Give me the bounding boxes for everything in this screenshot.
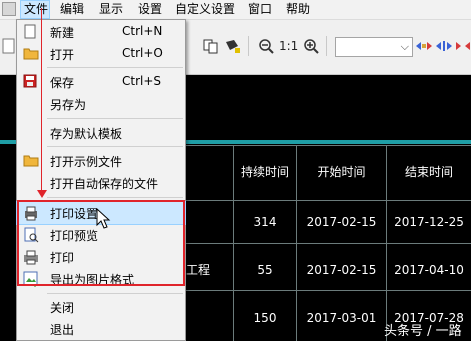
- menu-item-save[interactable]: 保存 Ctrl+S: [17, 71, 185, 93]
- cell-end-date: 2017-04-10: [394, 263, 464, 277]
- menu-item-close[interactable]: 关闭: [17, 296, 185, 318]
- menu-item-save-default-template[interactable]: 存为默认模板: [17, 122, 185, 144]
- menu-custom-settings[interactable]: 自定义设置: [175, 0, 235, 19]
- column-header-end: 结束时间: [404, 165, 453, 179]
- open-folder-icon: [23, 46, 39, 62]
- copy-icon[interactable]: [203, 38, 219, 54]
- toolbar-separator: [248, 36, 249, 56]
- menu-separator: [47, 293, 183, 294]
- toolbar-separator: [326, 36, 327, 56]
- menu-item-exit[interactable]: 退出: [17, 318, 185, 340]
- annotation-arrow: [41, 8, 42, 193]
- app-document-icon[interactable]: [2, 2, 16, 16]
- menu-separator: [47, 67, 183, 68]
- menu-edit[interactable]: 编辑: [60, 0, 84, 19]
- cell-duration: 55: [257, 263, 273, 277]
- cell-task-name: 工程: [186, 263, 211, 277]
- menu-separator: [47, 146, 183, 147]
- menu-help[interactable]: 帮助: [286, 0, 310, 19]
- zoom-out-icon[interactable]: [258, 38, 274, 54]
- menu-file[interactable]: 文件: [20, 0, 50, 19]
- table-border: [186, 145, 471, 146]
- menu-view[interactable]: 显示: [99, 0, 123, 19]
- mouse-cursor-icon: [96, 207, 112, 230]
- table-border: [186, 200, 471, 201]
- zoom-actual-size-button[interactable]: 1:1: [279, 38, 298, 54]
- cell-start-date: 2017-03-01: [306, 311, 377, 325]
- open-folder-icon: [23, 153, 39, 169]
- new-document-icon[interactable]: [2, 38, 16, 54]
- format-painter-icon[interactable]: [224, 38, 242, 54]
- cell-start-date: 2017-02-15: [306, 263, 377, 277]
- menu-separator: [47, 118, 183, 119]
- table-border: [186, 290, 471, 291]
- column-header-start: 开始时间: [317, 165, 366, 179]
- cell-duration: 314: [253, 215, 277, 229]
- menu-separator: [47, 197, 183, 198]
- cell-end-date: 2017-12-25: [394, 215, 464, 229]
- expand-horizontal-icon[interactable]: [436, 38, 452, 54]
- zoom-in-icon[interactable]: [303, 38, 319, 54]
- new-file-icon: [23, 24, 39, 40]
- shrink-horizontal-icon[interactable]: [455, 38, 471, 54]
- menu-item-new[interactable]: 新建 Ctrl+N: [17, 21, 185, 43]
- chevron-down-icon: ⌵: [400, 40, 409, 53]
- watermark-text: 头条号 / 一路: [384, 324, 462, 339]
- menu-item-save-as[interactable]: 另存为: [17, 93, 185, 115]
- table-border: [186, 243, 471, 244]
- cell-duration: 150: [253, 311, 277, 325]
- cell-start-date: 2017-02-15: [306, 215, 377, 229]
- move-left-right-icon[interactable]: [416, 38, 432, 54]
- column-header-duration: 持续时间: [240, 165, 289, 179]
- annotation-arrow-head: [37, 190, 47, 198]
- menu-bar: 文件 编辑 显示 设置 自定义设置 窗口 帮助: [0, 0, 471, 20]
- menu-item-open[interactable]: 打开 Ctrl+O: [17, 43, 185, 65]
- menu-item-open-sample[interactable]: 打开示例文件: [17, 150, 185, 172]
- menu-settings[interactable]: 设置: [138, 0, 162, 19]
- save-disk-icon: [23, 74, 39, 90]
- menu-window[interactable]: 窗口: [248, 0, 272, 19]
- toolbar-combo-select[interactable]: ⌵: [335, 37, 413, 57]
